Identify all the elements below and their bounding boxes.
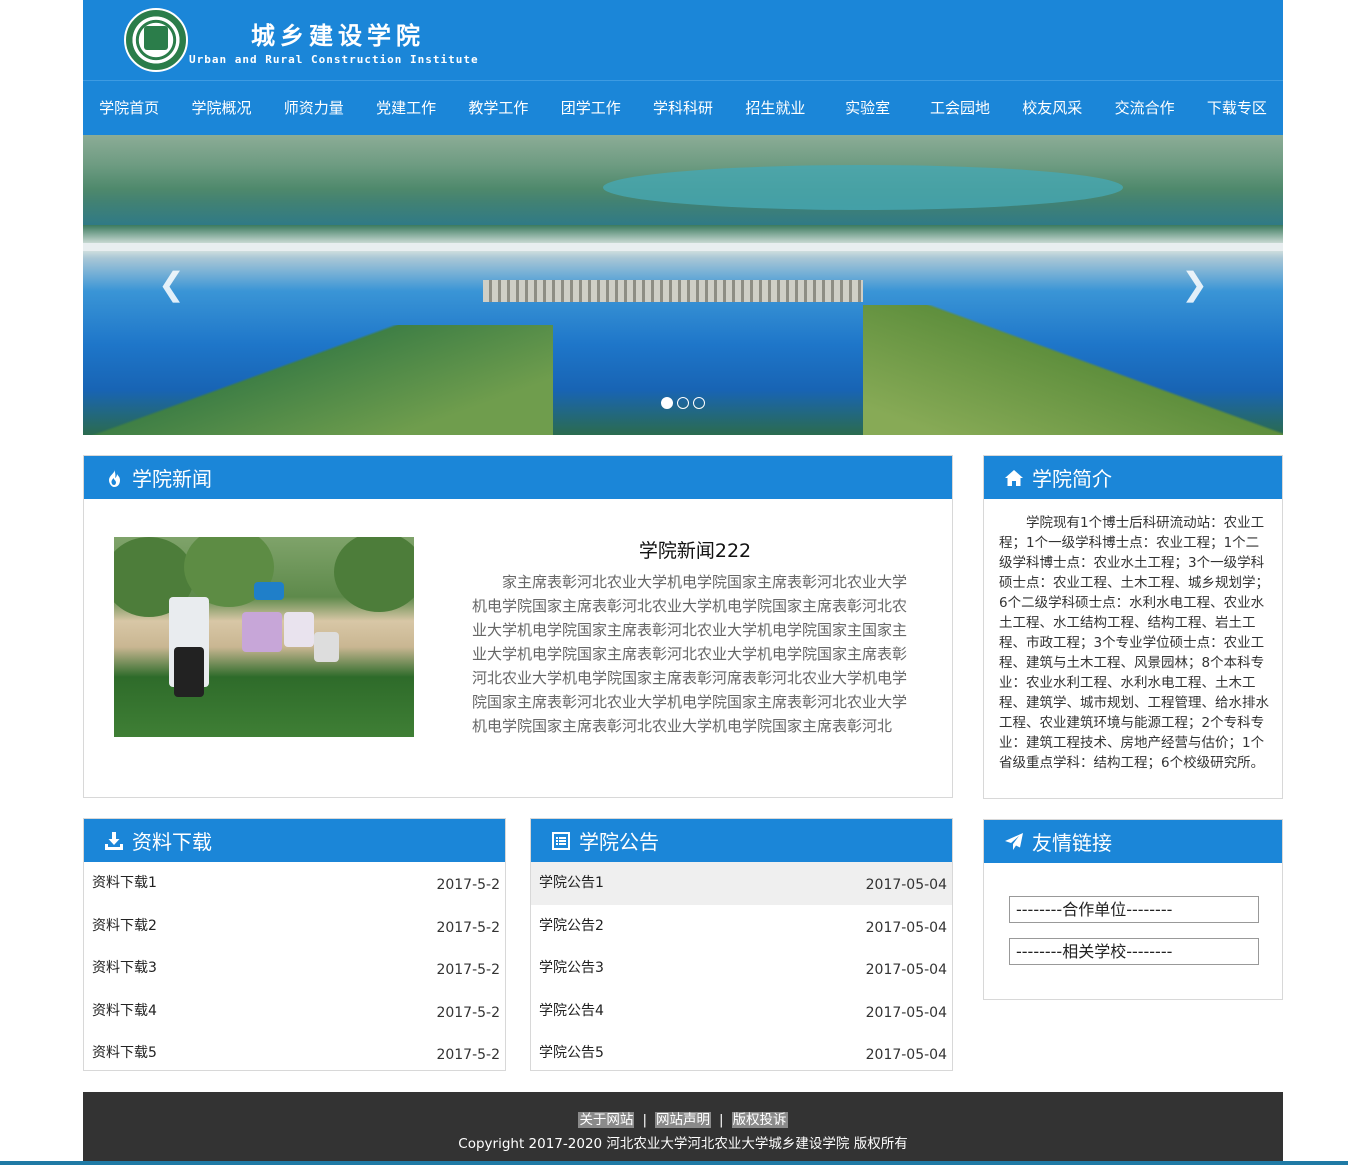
links-panel-title: 友情链接 xyxy=(1032,831,1112,855)
downloads-panel-title: 资料下载 xyxy=(132,830,212,854)
notice-date: 2017-05-04 xyxy=(865,919,947,936)
banner-carousel[interactable]: ❮ ❯ xyxy=(83,135,1283,435)
related-schools-select[interactable]: --------相关学校-------- xyxy=(1009,938,1259,965)
notice-title[interactable]: 学院公告4 xyxy=(539,990,604,1033)
download-title[interactable]: 资料下载1 xyxy=(92,862,157,905)
nav-item-admissions[interactable]: 招生就业 xyxy=(729,81,821,135)
downloads-list: 资料下载1 2017-5-2 资料下载2 2017-5-2 资料下载3 2017-5-… xyxy=(84,862,505,1075)
news-summary: 家主席表彰河北农业大学机电学院国家主席表彰河北农业大学机电学院国家主席表彰河北农… xyxy=(472,573,908,735)
downloads-panel: 资料下载 资料下载1 2017-5-2 资料下载2 2017-5-2 资料下载3 20… xyxy=(83,818,506,1071)
download-date: 2017-5-2 xyxy=(436,1004,500,1021)
news-panel-header: 学院新闻 xyxy=(84,456,952,499)
flame-icon xyxy=(104,468,124,488)
notice-title[interactable]: 学院公告2 xyxy=(539,905,604,948)
list-item[interactable]: 资料下载1 2017-5-2 xyxy=(84,862,505,905)
nav-item-overview[interactable]: 学院概况 xyxy=(175,81,267,135)
nav-item-research[interactable]: 学科科研 xyxy=(637,81,729,135)
nav-item-youth[interactable]: 团学工作 xyxy=(545,81,637,135)
site-footer: 关于网站 | 网站声明 | 版权投诉 Copyright 2017-2020 河北农业大… xyxy=(83,1092,1283,1165)
carousel-prev-icon[interactable]: ❮ xyxy=(158,265,185,303)
nav-item-party[interactable]: 党建工作 xyxy=(360,81,452,135)
partner-units-select[interactable]: --------合作单位-------- xyxy=(1009,896,1259,923)
download-title[interactable]: 资料下载3 xyxy=(92,947,157,990)
intro-panel-header: 学院简介 xyxy=(984,456,1282,499)
news-panel: 学院新闻 学院新闻222 家主席表彰河北农业大学机电学院国家主席表彰河北农业大学… xyxy=(83,455,953,798)
download-title[interactable]: 资料下载2 xyxy=(92,905,157,948)
nav-item-exchange[interactable]: 交流合作 xyxy=(1098,81,1190,135)
home-icon xyxy=(1004,468,1024,488)
notice-title[interactable]: 学院公告5 xyxy=(539,1032,604,1075)
nav-item-teaching[interactable]: 教学工作 xyxy=(452,81,544,135)
main-nav: 学院首页 学院概况 师资力量 党建工作 教学工作 团学工作 学科科研 招生就业 … xyxy=(83,80,1283,135)
nav-item-faculty[interactable]: 师资力量 xyxy=(268,81,360,135)
news-headline[interactable]: 学院新闻222 xyxy=(474,536,916,563)
list-item[interactable]: 学院公告5 2017-05-04 xyxy=(531,1032,952,1075)
notice-date: 2017-05-04 xyxy=(865,1004,947,1021)
news-photo[interactable] xyxy=(114,537,414,737)
downloads-panel-header: 资料下载 xyxy=(84,819,505,862)
carousel-indicators xyxy=(661,397,705,409)
list-item[interactable]: 资料下载2 2017-5-2 xyxy=(84,905,505,948)
carousel-dot-1[interactable] xyxy=(661,397,673,409)
download-title[interactable]: 资料下载4 xyxy=(92,990,157,1033)
footer-links: 关于网站 | 网站声明 | 版权投诉 xyxy=(83,1092,1283,1128)
list-item[interactable]: 资料下载5 2017-5-2 xyxy=(84,1032,505,1075)
nav-item-home[interactable]: 学院首页 xyxy=(83,81,175,135)
notice-title[interactable]: 学院公告3 xyxy=(539,947,604,990)
carousel-next-icon[interactable]: ❯ xyxy=(1181,265,1208,303)
footer-copyright: Copyright 2017-2020 河北农业大学河北农业大学城乡建设学院 版… xyxy=(458,1136,908,1152)
notices-list: 学院公告1 2017-05-04 学院公告2 2017-05-04 学院公告3 201… xyxy=(531,862,952,1075)
list-icon xyxy=(551,831,571,851)
list-item[interactable]: 资料下载4 2017-5-2 xyxy=(84,990,505,1033)
carousel-dot-2[interactable] xyxy=(677,397,689,409)
links-panel-header: 友情链接 xyxy=(984,820,1282,863)
nav-item-lab[interactable]: 实验室 xyxy=(822,81,914,135)
footer-separator: | xyxy=(719,1112,724,1128)
notices-panel: 学院公告 学院公告1 2017-05-04 学院公告2 2017-05-04 学院公… xyxy=(530,818,953,1071)
download-date: 2017-5-2 xyxy=(436,1047,500,1063)
download-date: 2017-5-2 xyxy=(436,877,500,893)
page-bottom-divider xyxy=(0,1161,1348,1165)
nav-item-downloads[interactable]: 下载专区 xyxy=(1191,81,1283,135)
university-seal-logo[interactable] xyxy=(124,8,188,72)
footer-link-copyright-complaint[interactable]: 版权投诉 xyxy=(731,1112,788,1128)
notice-title[interactable]: 学院公告1 xyxy=(539,862,604,905)
list-item[interactable]: 学院公告3 2017-05-04 xyxy=(531,947,952,990)
list-item[interactable]: 学院公告2 2017-05-04 xyxy=(531,905,952,948)
nav-item-union[interactable]: 工会园地 xyxy=(914,81,1006,135)
download-icon xyxy=(104,831,124,851)
list-item[interactable]: 学院公告4 2017-05-04 xyxy=(531,990,952,1033)
download-date: 2017-5-2 xyxy=(436,919,500,936)
footer-link-about[interactable]: 关于网站 xyxy=(578,1112,635,1128)
carousel-dot-3[interactable] xyxy=(693,397,705,409)
download-title[interactable]: 资料下载5 xyxy=(92,1032,157,1075)
intro-panel-title: 学院简介 xyxy=(1032,467,1112,491)
site-title-cn[interactable]: 城乡建设学院 xyxy=(251,16,425,51)
list-item[interactable]: 资料下载3 2017-5-2 xyxy=(84,947,505,990)
notices-panel-title: 学院公告 xyxy=(579,830,659,854)
nav-item-alumni[interactable]: 校友风采 xyxy=(1006,81,1098,135)
notice-date: 2017-05-04 xyxy=(865,1047,947,1063)
send-icon xyxy=(1004,832,1024,852)
links-panel: 友情链接 --------合作单位-------- --------相关学校--… xyxy=(983,819,1283,1000)
notice-date: 2017-05-04 xyxy=(865,877,947,893)
intro-panel: 学院简介 学院现有1个博士后科研流动站：农业工程；1个一级学科博士点：农业工程；… xyxy=(983,455,1283,799)
intro-text: 学院现有1个博士后科研流动站：农业工程；1个一级学科博士点：农业工程；1个二级学… xyxy=(999,515,1269,771)
news-panel-title: 学院新闻 xyxy=(132,467,212,491)
site-title-en: Urban and Rural Construction Institute xyxy=(189,53,479,66)
banner-dam-image xyxy=(83,243,1283,251)
footer-separator: | xyxy=(642,1112,647,1128)
site-header: 城乡建设学院 Urban and Rural Construction Inst… xyxy=(83,0,1283,80)
list-item[interactable]: 学院公告1 2017-05-04 xyxy=(531,862,952,905)
footer-link-statement[interactable]: 网站声明 xyxy=(655,1112,711,1128)
notices-panel-header: 学院公告 xyxy=(531,819,952,862)
notice-date: 2017-05-04 xyxy=(865,962,947,978)
download-date: 2017-5-2 xyxy=(436,962,500,978)
